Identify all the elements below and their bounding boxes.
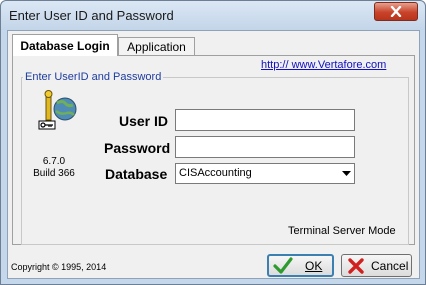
cancel-label: Cancel <box>371 258 409 273</box>
cancel-x-icon <box>348 257 364 274</box>
window-title: Enter User ID and Password <box>9 8 174 23</box>
ok-label: OK <box>305 258 323 273</box>
user-id-label: User ID <box>119 113 169 129</box>
vertafore-link[interactable]: http:// www.Vertafore.com <box>261 59 386 71</box>
close-icon <box>390 6 402 17</box>
dropdown-arrow-icon[interactable] <box>340 167 352 180</box>
user-id-input[interactable] <box>175 109 355 131</box>
close-button[interactable] <box>374 2 418 21</box>
database-label: Database <box>105 166 168 182</box>
ok-button[interactable]: OK <box>267 254 334 277</box>
key-globe-logo-icon <box>38 90 77 130</box>
checkmark-icon <box>273 256 293 274</box>
tab-panel: http:// www.Vertafore.com Enter UserID a… <box>12 55 415 245</box>
password-label: Password <box>104 140 171 156</box>
database-value: CISAccounting <box>179 167 252 179</box>
version-number: 6.7.0 <box>42 156 66 167</box>
database-select[interactable]: CISAccounting <box>175 163 355 184</box>
terminal-mode-status: Terminal Server Mode <box>288 225 396 237</box>
password-input[interactable] <box>175 136 355 158</box>
title-bar[interactable]: Enter User ID and Password <box>1 1 425 30</box>
group-label: Enter UserID and Password <box>23 71 164 83</box>
tab-database-login[interactable]: Database Login <box>12 34 118 56</box>
copyright-text: Copyright © 1995, 2014 <box>11 262 107 272</box>
cancel-button[interactable]: Cancel <box>341 254 412 277</box>
build-number: Build 366 <box>33 168 75 179</box>
dialog-window: Enter User ID and Password Database Logi… <box>0 0 426 285</box>
tab-application[interactable]: Application <box>118 37 195 56</box>
dialog-body: Database Login Application http:// www.V… <box>7 30 420 279</box>
